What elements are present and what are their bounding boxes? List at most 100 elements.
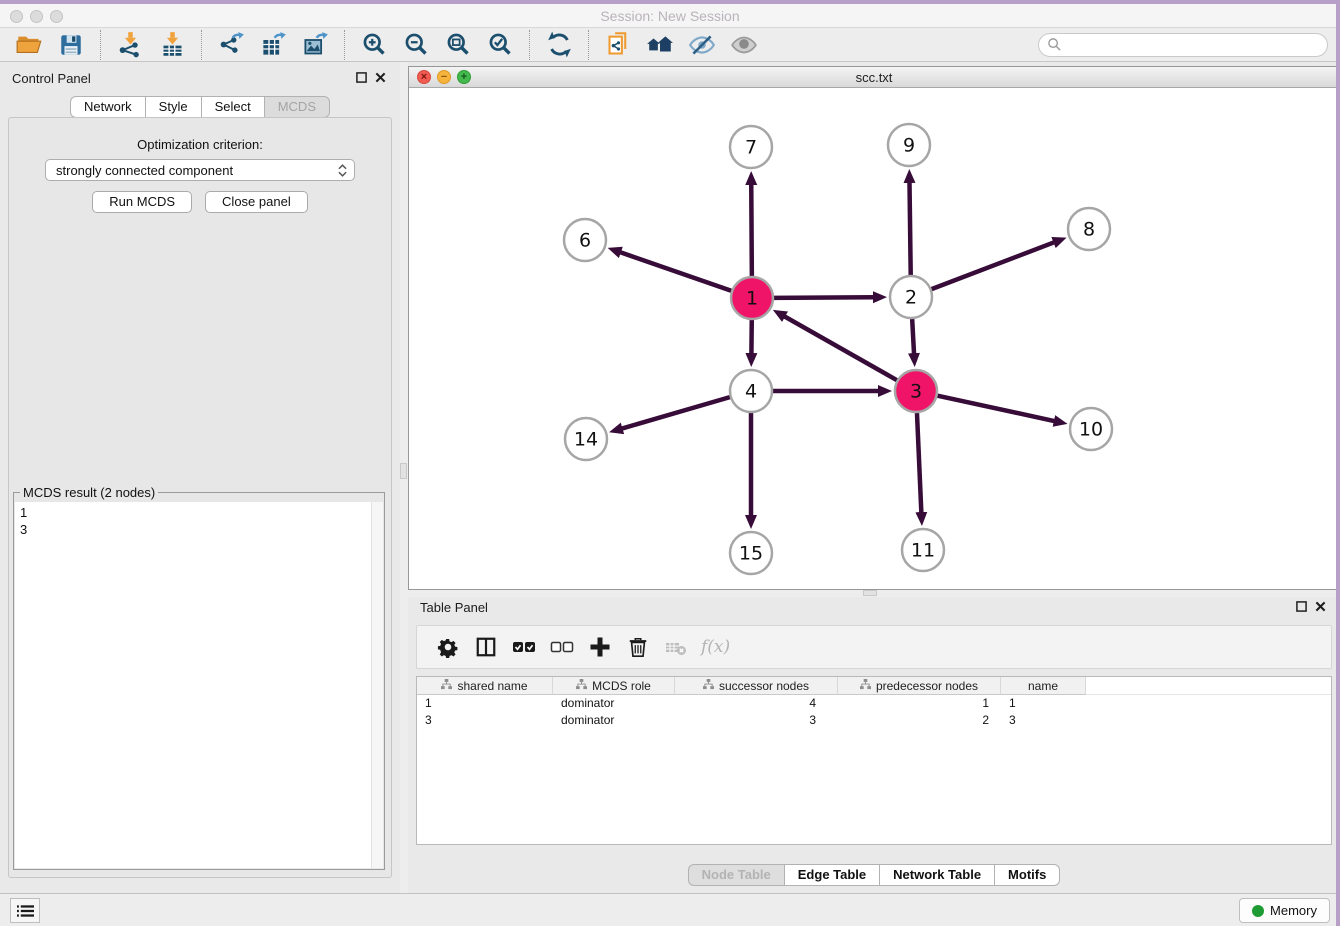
dropdown-value: strongly connected component — [56, 163, 233, 178]
table-cell[interactable]: 3 — [1001, 712, 1086, 729]
tab-style[interactable]: Style — [145, 96, 201, 118]
table-cell[interactable]: 2 — [838, 712, 1001, 729]
column-label: successor nodes — [719, 679, 809, 693]
node-table[interactable]: shared name MCDS role successor nodes prede… — [416, 676, 1332, 845]
column-header-shared-name[interactable]: shared name — [417, 677, 553, 695]
edge-1-2[interactable] — [774, 297, 874, 298]
export-image-icon[interactable] — [300, 30, 330, 60]
network-window-titlebar[interactable]: × − + scc.txt — [409, 67, 1339, 88]
toolbar-separator — [100, 30, 101, 60]
edge-3-1[interactable] — [784, 316, 897, 380]
plus-icon[interactable] — [587, 634, 613, 660]
save-floppy-icon[interactable] — [56, 30, 86, 60]
check-all-icon[interactable] — [511, 634, 537, 660]
open-folder-icon[interactable] — [14, 30, 44, 60]
table-cell[interactable]: 1 — [417, 695, 553, 712]
mcds-result-box: MCDS result (2 nodes) 13 — [13, 492, 385, 870]
uncheck-all-icon[interactable] — [549, 634, 575, 660]
edge-2-9[interactable] — [909, 182, 910, 275]
result-line: 3 — [20, 521, 383, 538]
horizontal-splitter[interactable] — [408, 590, 1340, 597]
network-canvas[interactable]: 7968124314101511 — [409, 88, 1339, 589]
eye-icon[interactable] — [729, 30, 759, 60]
edge-2-8[interactable] — [932, 242, 1055, 289]
desktop-edge-right — [1336, 0, 1340, 926]
table-cell[interactable]: 1 — [1001, 695, 1086, 712]
table-cell[interactable]: 3 — [417, 712, 553, 729]
list-icon — [17, 904, 34, 918]
column-header-name[interactable]: name — [1001, 677, 1086, 695]
table-toolbar: f(x) — [416, 625, 1332, 669]
close-panel-icon[interactable] — [1315, 601, 1326, 612]
mcds-panel: Optimization criterion: strongly connect… — [8, 117, 392, 878]
zoom-fit-icon[interactable] — [443, 30, 473, 60]
edge-3-11[interactable] — [917, 413, 921, 513]
zoom-in-icon[interactable] — [359, 30, 389, 60]
export-network-icon[interactable] — [216, 30, 246, 60]
close-panel-button[interactable]: Close panel — [205, 191, 308, 213]
zoom-out-icon[interactable] — [401, 30, 431, 60]
tab-network-table[interactable]: Network Table — [879, 864, 994, 886]
columns-icon[interactable] — [473, 634, 499, 660]
splitter-handle[interactable] — [863, 590, 877, 596]
control-panel-title: Control Panel — [12, 71, 91, 86]
optimization-criterion-dropdown[interactable]: strongly connected component — [45, 159, 355, 181]
memory-label: Memory — [1270, 903, 1317, 918]
tab-mcds[interactable]: MCDS — [264, 96, 330, 118]
node-label-14: 14 — [574, 429, 598, 451]
float-panel-icon[interactable] — [356, 72, 367, 83]
tab-edge-table[interactable]: Edge Table — [784, 864, 879, 886]
eye-slash-icon[interactable] — [687, 30, 717, 60]
node-label-6: 6 — [579, 230, 591, 252]
result-scrollbar[interactable] — [371, 502, 383, 868]
column-label: predecessor nodes — [876, 679, 978, 693]
column-header-MCDS-role[interactable]: MCDS role — [553, 677, 675, 695]
column-header-successor-nodes[interactable]: successor nodes — [675, 677, 838, 695]
edge-3-10[interactable] — [937, 396, 1054, 421]
export-table-icon[interactable] — [258, 30, 288, 60]
trash-icon[interactable] — [625, 634, 651, 660]
close-panel-icon[interactable] — [375, 72, 386, 83]
function-icon[interactable]: f(x) — [701, 637, 730, 657]
import-network-icon[interactable] — [115, 30, 145, 60]
search-box[interactable] — [1038, 33, 1328, 57]
tab-node-table[interactable]: Node Table — [688, 864, 784, 886]
tab-select[interactable]: Select — [201, 96, 264, 118]
table-cell[interactable]: 4 — [675, 695, 838, 712]
memory-button[interactable]: Memory — [1239, 898, 1330, 923]
tab-network[interactable]: Network — [70, 96, 145, 118]
vertical-splitter[interactable] — [400, 62, 408, 893]
table-row[interactable]: 1dominator411 — [417, 695, 1331, 712]
zoom-selected-icon[interactable] — [485, 30, 515, 60]
toolbar-separator — [529, 30, 530, 60]
edge-1-6[interactable] — [620, 252, 731, 291]
table-cell[interactable]: dominator — [553, 695, 675, 712]
float-panel-icon[interactable] — [1296, 601, 1307, 612]
document-share-icon[interactable] — [603, 30, 633, 60]
table-tabs: Node TableEdge TableNetwork TableMotifs — [408, 864, 1340, 886]
edge-4-14[interactable] — [622, 397, 730, 429]
run-mcds-button[interactable]: Run MCDS — [92, 191, 192, 213]
node-label-15: 15 — [739, 543, 763, 565]
search-input[interactable] — [1062, 35, 1327, 55]
table-row[interactable]: 3dominator323 — [417, 712, 1331, 729]
tab-motifs[interactable]: Motifs — [994, 864, 1060, 886]
delete-table-icon[interactable] — [663, 634, 689, 660]
gear-icon[interactable] — [435, 634, 461, 660]
splitter-handle[interactable] — [400, 463, 407, 479]
network-graph[interactable]: 7968124314101511 — [409, 88, 1339, 589]
houses-icon[interactable] — [645, 30, 675, 60]
edge-1-7[interactable] — [751, 184, 752, 276]
task-history-button[interactable] — [10, 898, 40, 923]
refresh-icon[interactable] — [544, 30, 574, 60]
node-label-8: 8 — [1083, 219, 1095, 241]
edge-2-3[interactable] — [912, 319, 914, 354]
optimization-criterion-label: Optimization criterion: — [9, 137, 391, 152]
table-cell[interactable]: dominator — [553, 712, 675, 729]
column-label: MCDS role — [592, 679, 651, 693]
column-header-predecessor-nodes[interactable]: predecessor nodes — [838, 677, 1001, 695]
table-cell[interactable]: 3 — [675, 712, 838, 729]
header-filler — [1086, 677, 1331, 695]
import-table-icon[interactable] — [157, 30, 187, 60]
table-cell[interactable]: 1 — [838, 695, 1001, 712]
